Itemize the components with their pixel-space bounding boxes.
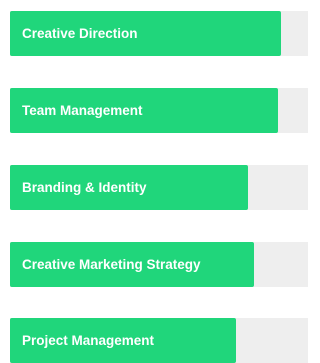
skill-fill: Creative Marketing Strategy [10, 242, 255, 287]
skill-label: Creative Marketing Strategy [22, 257, 201, 272]
skill-fill: Creative Direction [10, 11, 282, 56]
skill-label: Project Management [22, 333, 155, 348]
skill-bar-project-management: Project Management [10, 318, 308, 363]
skill-fill: Team Management [10, 88, 279, 133]
skills-list: Creative Direction Team Management Brand… [0, 0, 308, 363]
skill-fill: Project Management [10, 318, 237, 363]
skill-fill: Branding & Identity [10, 165, 249, 210]
skill-label: Creative Direction [22, 26, 138, 41]
skill-label: Team Management [22, 103, 143, 118]
skill-label: Branding & Identity [22, 180, 147, 195]
skill-bar-creative-marketing-strategy: Creative Marketing Strategy [10, 242, 308, 287]
skill-bar-team-management: Team Management [10, 88, 308, 133]
skill-bar-creative-direction: Creative Direction [10, 11, 308, 56]
skill-bar-branding-identity: Branding & Identity [10, 165, 308, 210]
